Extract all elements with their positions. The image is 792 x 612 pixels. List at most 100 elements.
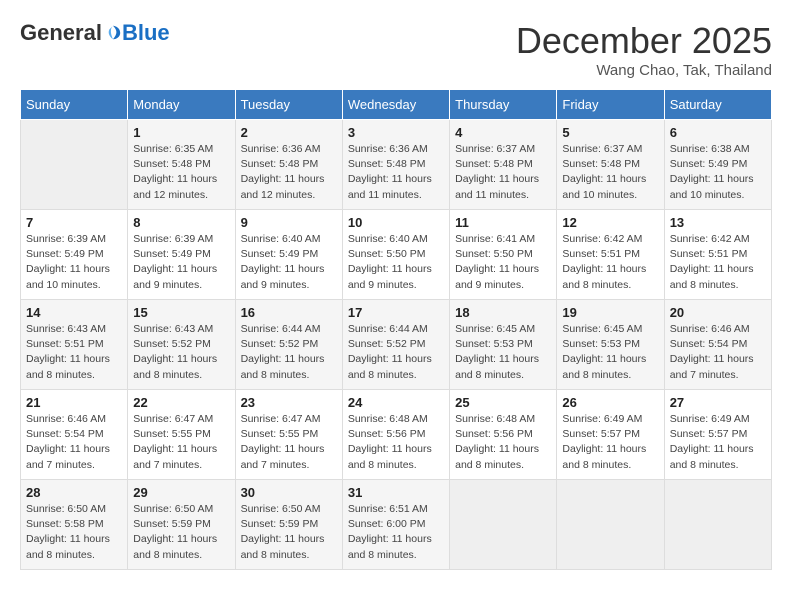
day-info: Sunrise: 6:50 AMSunset: 5:59 PMDaylight:… (133, 502, 229, 563)
weekday-header-wednesday: Wednesday (342, 90, 449, 120)
day-info: Sunrise: 6:43 AMSunset: 5:52 PMDaylight:… (133, 322, 229, 383)
calendar-cell: 21Sunrise: 6:46 AMSunset: 5:54 PMDayligh… (21, 390, 128, 480)
calendar-cell: 8 Sunrise: 6:39 AMSunset: 5:49 PMDaylight… (128, 210, 235, 300)
calendar-table: SundayMondayTuesdayWednesdayThursdayFrid… (20, 89, 772, 570)
day-info: Sunrise: 6:50 AMSunset: 5:59 PMDaylight:… (241, 502, 337, 563)
day-info: Sunrise: 6:47 AMSunset: 5:55 PMDaylight:… (241, 412, 337, 473)
calendar-week-row: 7 Sunrise: 6:39 AMSunset: 5:49 PMDaylight… (21, 210, 772, 300)
calendar-cell: 31 Sunrise: 6:51 AMSunset: 6:00 PMDayligh… (342, 480, 449, 570)
day-number: 23 (241, 395, 337, 410)
calendar-cell: 2 Sunrise: 6:36 AMSunset: 5:48 PMDaylight… (235, 120, 342, 210)
day-number: 2 (241, 125, 337, 140)
day-number: 27 (670, 395, 766, 410)
calendar-cell: 20Sunrise: 6:46 AMSunset: 5:54 PMDayligh… (664, 300, 771, 390)
day-number: 29 (133, 485, 229, 500)
day-info: Sunrise: 6:44 AMSunset: 5:52 PMDaylight:… (348, 322, 444, 383)
calendar-cell: 28Sunrise: 6:50 AMSunset: 5:58 PMDayligh… (21, 480, 128, 570)
day-info: Sunrise: 6:36 AMSunset: 5:48 PMDaylight:… (348, 142, 444, 203)
day-number: 8 (133, 215, 229, 230)
calendar-cell: 25 Sunrise: 6:48 AMSunset: 5:56 PMDayligh… (450, 390, 557, 480)
day-info: Sunrise: 6:51 AMSunset: 6:00 PMDaylight:… (348, 502, 444, 563)
day-number: 14 (26, 305, 122, 320)
day-number: 20 (670, 305, 766, 320)
calendar-cell: 14 Sunrise: 6:43 AMSunset: 5:51 PMDayligh… (21, 300, 128, 390)
calendar-cell: 12Sunrise: 6:42 AMSunset: 5:51 PMDayligh… (557, 210, 664, 300)
weekday-header-row: SundayMondayTuesdayWednesdayThursdayFrid… (21, 90, 772, 120)
calendar-cell (450, 480, 557, 570)
day-number: 11 (455, 215, 551, 230)
calendar-cell: 18 Sunrise: 6:45 AMSunset: 5:53 PMDayligh… (450, 300, 557, 390)
day-info: Sunrise: 6:44 AMSunset: 5:52 PMDaylight:… (241, 322, 337, 383)
logo: General Blue (20, 20, 170, 46)
calendar-cell: 5Sunrise: 6:37 AMSunset: 5:48 PMDaylight… (557, 120, 664, 210)
calendar-cell: 29 Sunrise: 6:50 AMSunset: 5:59 PMDayligh… (128, 480, 235, 570)
page-header: General Blue December 2025 Wang Chao, Ta… (20, 20, 772, 79)
day-number: 12 (562, 215, 658, 230)
day-number: 7 (26, 215, 122, 230)
day-number: 25 (455, 395, 551, 410)
day-number: 4 (455, 125, 551, 140)
day-number: 15 (133, 305, 229, 320)
location-text: Wang Chao, Tak, Thailand (516, 62, 772, 79)
day-info: Sunrise: 6:47 AMSunset: 5:55 PMDaylight:… (133, 412, 229, 473)
day-info: Sunrise: 6:36 AMSunset: 5:48 PMDaylight:… (241, 142, 337, 203)
logo-general-text: General (20, 20, 102, 46)
day-info: Sunrise: 6:40 AMSunset: 5:50 PMDaylight:… (348, 232, 444, 293)
calendar-cell: 23 Sunrise: 6:47 AMSunset: 5:55 PMDayligh… (235, 390, 342, 480)
day-info: Sunrise: 6:48 AMSunset: 5:56 PMDaylight:… (348, 412, 444, 473)
calendar-cell: 10Sunrise: 6:40 AMSunset: 5:50 PMDayligh… (342, 210, 449, 300)
day-info: Sunrise: 6:48 AMSunset: 5:56 PMDaylight:… (455, 412, 551, 473)
day-info: Sunrise: 6:41 AMSunset: 5:50 PMDaylight:… (455, 232, 551, 293)
title-block: December 2025 Wang Chao, Tak, Thailand (516, 20, 772, 79)
calendar-cell: 13Sunrise: 6:42 AMSunset: 5:51 PMDayligh… (664, 210, 771, 300)
logo-bird-icon (104, 24, 122, 42)
calendar-cell: 17 Sunrise: 6:44 AMSunset: 5:52 PMDayligh… (342, 300, 449, 390)
day-number: 24 (348, 395, 444, 410)
calendar-cell (557, 480, 664, 570)
calendar-week-row: 14 Sunrise: 6:43 AMSunset: 5:51 PMDayligh… (21, 300, 772, 390)
day-number: 31 (348, 485, 444, 500)
day-number: 18 (455, 305, 551, 320)
day-info: Sunrise: 6:38 AMSunset: 5:49 PMDaylight:… (670, 142, 766, 203)
weekday-header-sunday: Sunday (21, 90, 128, 120)
day-info: Sunrise: 6:43 AMSunset: 5:51 PMDaylight:… (26, 322, 122, 383)
calendar-cell: 16 Sunrise: 6:44 AMSunset: 5:52 PMDayligh… (235, 300, 342, 390)
calendar-cell: 19 Sunrise: 6:45 AMSunset: 5:53 PMDayligh… (557, 300, 664, 390)
calendar-cell: 6 Sunrise: 6:38 AMSunset: 5:49 PMDaylight… (664, 120, 771, 210)
calendar-cell: 11 Sunrise: 6:41 AMSunset: 5:50 PMDayligh… (450, 210, 557, 300)
day-info: Sunrise: 6:49 AMSunset: 5:57 PMDaylight:… (562, 412, 658, 473)
day-info: Sunrise: 6:45 AMSunset: 5:53 PMDaylight:… (455, 322, 551, 383)
calendar-cell: 3 Sunrise: 6:36 AMSunset: 5:48 PMDaylight… (342, 120, 449, 210)
month-title: December 2025 (516, 20, 772, 62)
day-info: Sunrise: 6:40 AMSunset: 5:49 PMDaylight:… (241, 232, 337, 293)
day-info: Sunrise: 6:35 AMSunset: 5:48 PMDaylight:… (133, 142, 229, 203)
calendar-cell: 30Sunrise: 6:50 AMSunset: 5:59 PMDayligh… (235, 480, 342, 570)
calendar-cell: 1 Sunrise: 6:35 AMSunset: 5:48 PMDaylight… (128, 120, 235, 210)
day-info: Sunrise: 6:45 AMSunset: 5:53 PMDaylight:… (562, 322, 658, 383)
calendar-week-row: 1 Sunrise: 6:35 AMSunset: 5:48 PMDaylight… (21, 120, 772, 210)
calendar-cell: 15 Sunrise: 6:43 AMSunset: 5:52 PMDayligh… (128, 300, 235, 390)
day-number: 9 (241, 215, 337, 230)
calendar-cell: 26Sunrise: 6:49 AMSunset: 5:57 PMDayligh… (557, 390, 664, 480)
day-number: 22 (133, 395, 229, 410)
day-number: 1 (133, 125, 229, 140)
calendar-cell (664, 480, 771, 570)
day-number: 16 (241, 305, 337, 320)
day-info: Sunrise: 6:39 AMSunset: 5:49 PMDaylight:… (133, 232, 229, 293)
day-number: 3 (348, 125, 444, 140)
day-info: Sunrise: 6:37 AMSunset: 5:48 PMDaylight:… (455, 142, 551, 203)
day-number: 17 (348, 305, 444, 320)
weekday-header-thursday: Thursday (450, 90, 557, 120)
calendar-week-row: 28Sunrise: 6:50 AMSunset: 5:58 PMDayligh… (21, 480, 772, 570)
day-number: 6 (670, 125, 766, 140)
logo-blue-text: Blue (122, 20, 170, 46)
day-info: Sunrise: 6:37 AMSunset: 5:48 PMDaylight:… (562, 142, 658, 203)
calendar-cell: 27Sunrise: 6:49 AMSunset: 5:57 PMDayligh… (664, 390, 771, 480)
calendar-week-row: 21Sunrise: 6:46 AMSunset: 5:54 PMDayligh… (21, 390, 772, 480)
calendar-cell (21, 120, 128, 210)
weekday-header-tuesday: Tuesday (235, 90, 342, 120)
calendar-cell: 22 Sunrise: 6:47 AMSunset: 5:55 PMDayligh… (128, 390, 235, 480)
weekday-header-saturday: Saturday (664, 90, 771, 120)
day-number: 19 (562, 305, 658, 320)
weekday-header-friday: Friday (557, 90, 664, 120)
